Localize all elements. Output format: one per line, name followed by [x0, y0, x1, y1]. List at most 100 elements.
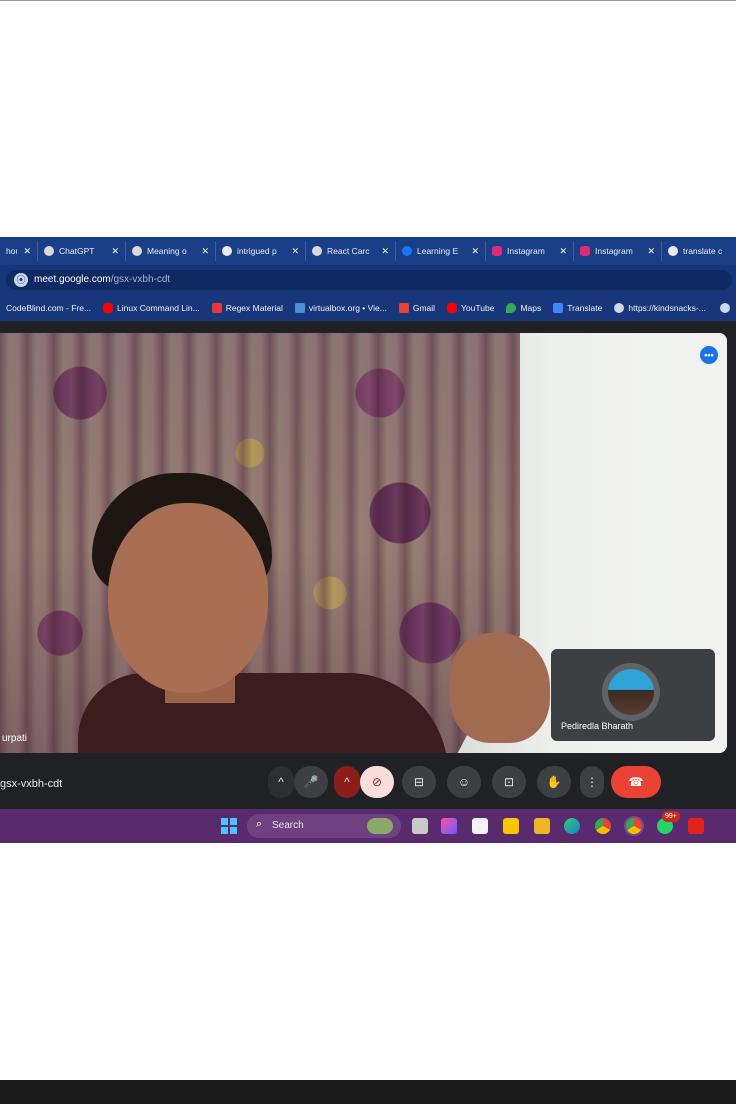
- participant-face: [108, 503, 268, 693]
- instagram-icon: [492, 246, 502, 256]
- translate-icon: [553, 303, 564, 313]
- bookmark-maps[interactable]: Maps: [506, 303, 541, 313]
- tab-translate[interactable]: translate c: [662, 241, 736, 261]
- tab-label: Learning E: [417, 246, 459, 256]
- copilot-icon[interactable]: [441, 818, 457, 834]
- tab-label: Instagram: [507, 246, 545, 256]
- close-icon[interactable]: ✕: [23, 246, 31, 257]
- more-options-button[interactable]: ⋮: [580, 766, 604, 798]
- main-participant-name: urpati: [2, 733, 28, 744]
- close-icon[interactable]: ✕: [381, 246, 389, 257]
- google-icon: [668, 246, 678, 256]
- camera-off-icon: ⊘: [371, 775, 383, 789]
- instagram-icon: [580, 246, 590, 256]
- url-path: /gsx-vxbh-cdt: [110, 274, 171, 285]
- search-icon: ⌕: [256, 818, 263, 830]
- bookmark-gmail[interactable]: Gmail: [398, 303, 435, 313]
- audio-options-button[interactable]: ^: [268, 766, 294, 798]
- video-options-button[interactable]: ^: [334, 766, 360, 798]
- top-edge-line: [0, 0, 736, 1]
- sticky-notes-icon[interactable]: [503, 818, 519, 834]
- address-bar: ⦿ meet.google.com/gsx-vxbh-cdt: [0, 265, 736, 295]
- bookmark-label: YouTube: [461, 303, 495, 313]
- bookmark-label: Translate: [567, 303, 603, 313]
- chevron-up-icon: ^: [344, 775, 350, 789]
- tab-learning[interactable]: Learning E ✕: [396, 241, 486, 261]
- tab-intrigued[interactable]: intrigued p ✕: [216, 241, 306, 261]
- acrobat-icon[interactable]: [688, 818, 704, 834]
- bookmark-label: Linux Command Lin...: [117, 303, 200, 313]
- raise-hand-button[interactable]: ✋: [537, 766, 571, 798]
- store-icon[interactable]: [472, 818, 488, 834]
- bookmark-translate[interactable]: Translate: [553, 303, 602, 313]
- regex-icon: [211, 303, 222, 313]
- dot-icon: [312, 246, 322, 256]
- url-text: meet.google.com/gsx-vxbh-cdt: [34, 274, 170, 285]
- chevron-up-icon: ^: [278, 775, 284, 789]
- tab-instagram-1[interactable]: Instagram ✕: [486, 241, 574, 261]
- chrome-icon[interactable]: [595, 818, 611, 834]
- facebook-icon: [402, 246, 412, 256]
- raise-hand-icon: ✋: [546, 775, 562, 789]
- close-icon[interactable]: ✕: [201, 246, 209, 257]
- tab-meaning[interactable]: Meaning o ✕: [126, 241, 216, 261]
- emoji-button[interactable]: ☺: [447, 766, 481, 798]
- close-icon[interactable]: ✕: [291, 246, 299, 257]
- tab-instagram-2[interactable]: Instagram ✕: [574, 241, 662, 261]
- youtube-icon: [103, 303, 114, 313]
- close-icon[interactable]: ✕: [111, 246, 119, 257]
- close-icon[interactable]: ✕: [647, 246, 655, 257]
- bottom-black-bar: [0, 1080, 736, 1104]
- globe-icon: [719, 303, 730, 313]
- bookmark-overflow[interactable]: [719, 303, 734, 313]
- url-host: meet.google.com: [34, 274, 111, 285]
- mic-button[interactable]: 🎤: [294, 766, 328, 798]
- url-field[interactable]: ⦿ meet.google.com/gsx-vxbh-cdt: [6, 270, 732, 290]
- main-video[interactable]: urpati ••• Pediredla Bharath: [0, 333, 727, 753]
- audio-indicator-icon[interactable]: •••: [700, 346, 718, 364]
- meet-controls: gsx-vxbh-cdt ^ 🎤 ^ ⊘ ⊟ ☺ ⊡ ✋ ⋮ ☎: [0, 761, 736, 809]
- search-highlight-icon: [367, 818, 393, 834]
- task-view-icon[interactable]: [412, 818, 428, 834]
- bookmark-codeblind[interactable]: CodeBlind.com - Fre...: [6, 303, 91, 313]
- bookmark-linux[interactable]: Linux Command Lin...: [103, 303, 200, 313]
- tab-chatgpt[interactable]: ChatGPT ✕: [38, 241, 126, 261]
- bookmark-label: virtualbox.org • Vie...: [308, 303, 387, 313]
- bookmark-label: CodeBlind.com - Fre...: [6, 303, 92, 313]
- screen-capture: hou ✕ ChatGPT ✕ Meaning o ✕ intrigued p …: [0, 237, 736, 843]
- chrome-active-icon[interactable]: [626, 818, 642, 834]
- end-call-button[interactable]: ☎: [611, 766, 661, 798]
- bookmark-kindsnacks[interactable]: https://kindsnacks-...: [614, 303, 706, 313]
- tab-label: ChatGPT: [59, 246, 95, 256]
- present-button[interactable]: ⊡: [492, 766, 526, 798]
- close-icon[interactable]: ✕: [471, 246, 479, 257]
- self-view-tile[interactable]: Pediredla Bharath: [551, 649, 715, 741]
- participant-body: [78, 673, 448, 753]
- file-explorer-icon[interactable]: [534, 818, 550, 834]
- windows-start-icon[interactable]: [221, 818, 237, 834]
- tab-label: Meaning o: [147, 246, 187, 256]
- gmail-icon: [398, 303, 409, 313]
- edge-icon[interactable]: [564, 818, 580, 834]
- bookmark-virtualbox[interactable]: virtualbox.org • Vie...: [294, 303, 387, 313]
- taskbar-search[interactable]: ⌕ Search: [247, 814, 401, 838]
- meeting-code: gsx-vxbh-cdt: [0, 778, 63, 790]
- maps-icon: [506, 303, 517, 313]
- globe-icon: [614, 303, 625, 313]
- virtualbox-icon: [294, 303, 305, 313]
- bookmark-label: Regex Material: [225, 303, 283, 313]
- meet-stage: urpati ••• Pediredla Bharath gsx-vxbh-cd…: [0, 321, 736, 809]
- camera-button[interactable]: ⊘: [360, 766, 394, 798]
- emoji-icon: ☺: [457, 775, 471, 789]
- bookmark-regex[interactable]: Regex Material: [211, 303, 283, 313]
- close-icon[interactable]: ✕: [559, 246, 567, 257]
- bookmark-youtube[interactable]: YouTube: [447, 303, 494, 313]
- site-info-icon[interactable]: ⦿: [14, 273, 28, 287]
- captions-button[interactable]: ⊟: [402, 766, 436, 798]
- tab-1[interactable]: hou ✕: [0, 241, 38, 261]
- bookmark-label: https://kindsnacks-...: [628, 303, 706, 313]
- tab-label: Instagram: [595, 246, 633, 256]
- notification-badge: 99+: [662, 811, 680, 822]
- tab-react[interactable]: React Carc ✕: [306, 241, 396, 261]
- more-vert-icon: ⋮: [586, 775, 598, 789]
